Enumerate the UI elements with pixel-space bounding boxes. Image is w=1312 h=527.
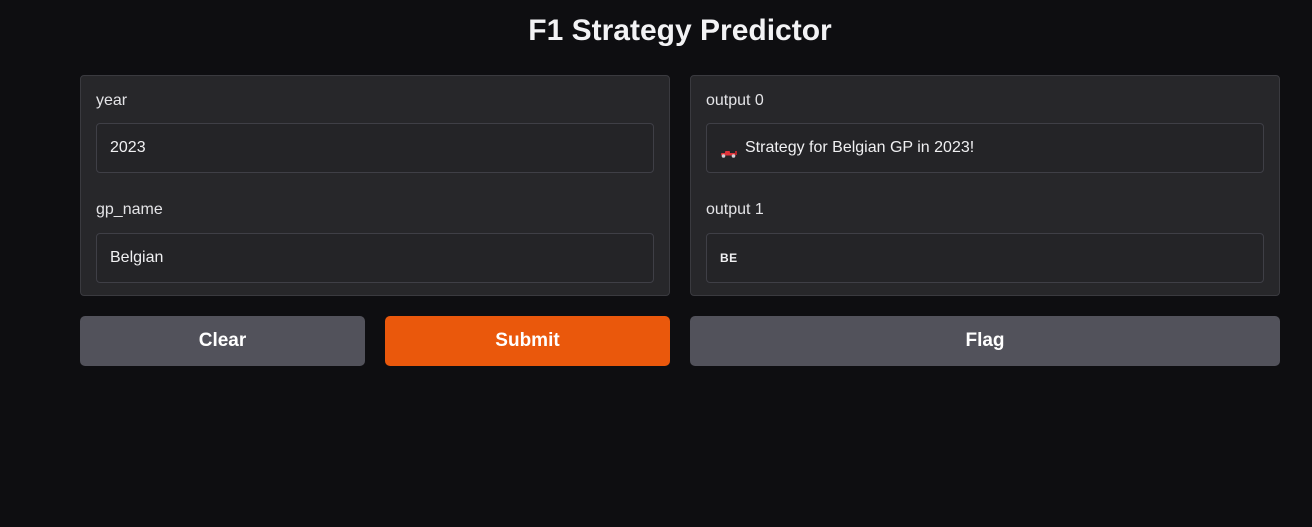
output-1-text: BE — [720, 251, 738, 265]
page-title: F1 Strategy Predictor — [528, 14, 832, 47]
output-0-label: output 0 — [706, 92, 764, 109]
flag-button[interactable]: Flag — [690, 316, 1280, 366]
clear-button[interactable]: Clear — [80, 316, 365, 366]
output-0-text: Strategy for Belgian GP in 2023! — [745, 139, 975, 156]
submit-button[interactable]: Submit — [385, 316, 670, 366]
race-car-icon — [720, 145, 738, 158]
year-input[interactable]: 2023 — [96, 123, 654, 173]
output-panel: output 0 Strategy for Belgian GP in 2023… — [690, 75, 1280, 296]
gp-name-label: gp_name — [96, 201, 163, 218]
year-label: year — [96, 92, 128, 109]
gp-name-input[interactable]: Belgian — [96, 233, 654, 283]
output-1-textbox[interactable]: BE — [706, 233, 1264, 283]
output-0-textbox[interactable]: Strategy for Belgian GP in 2023! — [706, 123, 1264, 173]
app-page: F1 Strategy Predictor year 2023 gp_name … — [0, 0, 1312, 527]
input-panel: year 2023 gp_name Belgian — [80, 75, 670, 296]
output-1-label: output 1 — [706, 201, 764, 218]
